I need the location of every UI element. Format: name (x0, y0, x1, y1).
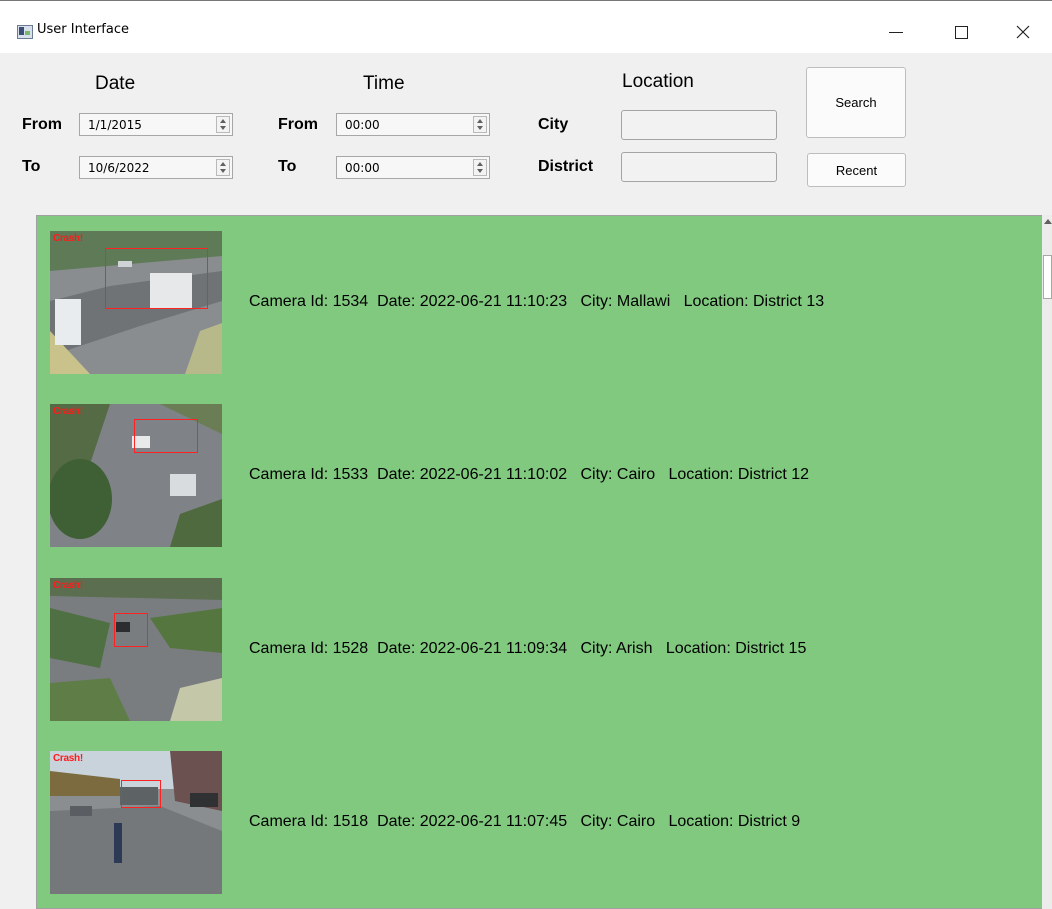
location-header: Location (622, 71, 694, 92)
crash-overlay: Crash! (53, 406, 83, 417)
date-to-spinner[interactable] (216, 159, 230, 176)
crash-overlay: Crash! (53, 233, 83, 244)
time-from-value: 00:00 (345, 117, 380, 132)
time-to-value: 00:00 (345, 160, 380, 175)
scroll-up-icon[interactable] (1044, 219, 1052, 224)
camera-snapshot: Crash! (50, 404, 222, 547)
recent-button[interactable]: Recent (807, 153, 906, 187)
time-from-input[interactable]: 00:00 (336, 113, 490, 136)
detection-box (134, 419, 198, 453)
detection-box (114, 613, 148, 647)
spin-up-icon (220, 162, 226, 166)
spin-up-icon (477, 119, 483, 123)
maximize-button[interactable] (938, 15, 984, 49)
intersection-image (50, 578, 222, 721)
list-item[interactable]: Crash! Camera Id: 1528 Date: 2022-06-21 … (37, 578, 1043, 728)
list-item[interactable]: Crash! Camera Id: 1533 Date: 2022-06-21 … (37, 404, 1043, 554)
minimize-button[interactable] (873, 15, 919, 49)
spin-down-icon (477, 126, 483, 130)
results-scrollbar[interactable] (1042, 215, 1052, 909)
results-list[interactable]: Crash! Camera Id: 1534 Date: 2022-06-21 … (36, 215, 1044, 909)
result-details: Camera Id: 1518 Date: 2022-06-21 11:07:4… (249, 813, 801, 830)
camera-snapshot: Crash! (50, 231, 222, 374)
maximize-icon (954, 25, 968, 39)
detection-box (105, 248, 208, 309)
date-to-input[interactable]: 10/6/2022 (79, 156, 233, 179)
result-details: Camera Id: 1534 Date: 2022-06-21 11:10:2… (249, 293, 825, 310)
street-image (50, 751, 222, 894)
spin-down-icon (220, 169, 226, 173)
time-to-spinner[interactable] (473, 159, 487, 176)
date-to-label: To (22, 158, 41, 175)
date-header: Date (95, 73, 136, 94)
close-icon (1016, 25, 1030, 39)
spin-down-icon (220, 126, 226, 130)
time-from-label: From (278, 116, 318, 133)
window-title: User Interface (37, 22, 129, 37)
time-to-label: To (278, 158, 297, 175)
search-button[interactable]: Search (806, 67, 906, 138)
spin-down-icon (477, 169, 483, 173)
app-window-icon (17, 25, 33, 39)
scrollbar-thumb[interactable] (1043, 255, 1052, 299)
list-item[interactable]: Crash! Camera Id: 1534 Date: 2022-06-21 … (37, 231, 1043, 381)
spin-up-icon (220, 119, 226, 123)
spin-up-icon (477, 162, 483, 166)
district-label: District (538, 158, 594, 175)
date-to-value: 10/6/2022 (88, 160, 150, 175)
result-details: Camera Id: 1533 Date: 2022-06-21 11:10:0… (249, 466, 809, 483)
camera-snapshot: Crash! (50, 751, 222, 894)
date-from-input[interactable]: 1/1/2015 (79, 113, 233, 136)
city-label: City (538, 116, 569, 133)
time-to-input[interactable]: 00:00 (336, 156, 490, 179)
minimize-icon (889, 31, 903, 33)
date-from-label: From (22, 116, 62, 133)
result-details: Camera Id: 1528 Date: 2022-06-21 11:09:3… (249, 640, 807, 657)
camera-snapshot: Crash! (50, 578, 222, 721)
time-header: Time (363, 73, 405, 94)
detection-box (121, 780, 161, 808)
crash-overlay: Crash! (53, 753, 83, 764)
district-input[interactable] (621, 152, 777, 182)
time-from-spinner[interactable] (473, 116, 487, 133)
close-button[interactable] (1000, 15, 1046, 49)
city-input[interactable] (621, 110, 777, 140)
title-bar: User Interface (0, 0, 1052, 53)
date-from-value: 1/1/2015 (88, 117, 142, 132)
date-from-spinner[interactable] (216, 116, 230, 133)
crash-overlay: Crash! (53, 580, 83, 591)
list-item[interactable]: Crash! Camera Id: 1518 Date: 2022-06-21 … (37, 751, 1043, 901)
